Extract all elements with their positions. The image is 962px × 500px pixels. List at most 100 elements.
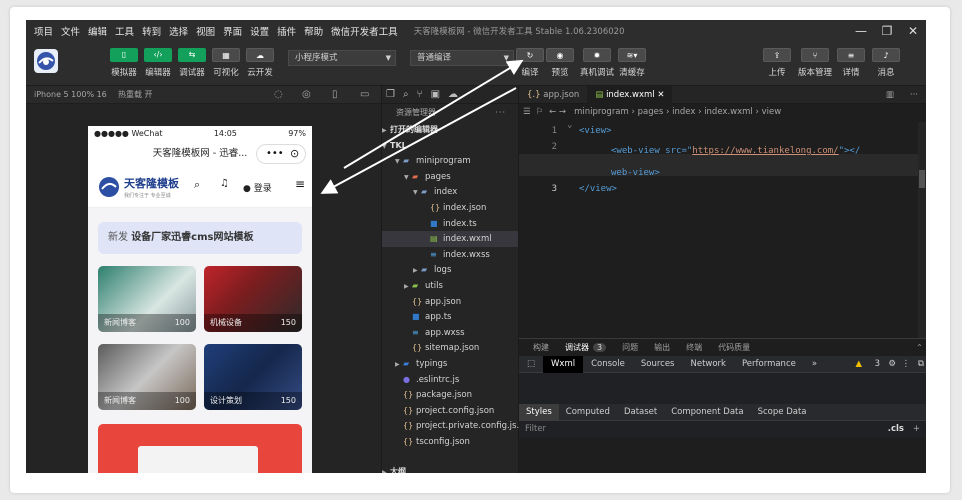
clear-cache-button[interactable]: ≋▾ 清缓存	[618, 48, 646, 78]
cloud-icon[interactable]: ☁	[448, 89, 466, 100]
menu-item[interactable]: 项目	[34, 24, 53, 38]
compile-button[interactable]: ↻ 编译	[516, 48, 544, 78]
device-icon[interactable]: ▯	[332, 86, 338, 104]
tab-network[interactable]: Network	[682, 356, 734, 373]
menu-item[interactable]: 转到	[142, 24, 161, 38]
search-icon[interactable]: ⌕	[403, 89, 417, 100]
tree-item[interactable]: {} project.private.config.js...	[382, 418, 525, 434]
mode-select[interactable]: 小程序模式 ▼	[288, 50, 396, 66]
tree-item[interactable]: ▶ ▰ logs	[382, 262, 518, 278]
menu-item[interactable]: 微信开发者工具	[331, 24, 398, 38]
tree-item[interactable]: ▼ ▰ pages	[382, 169, 518, 185]
template-card[interactable]: 设计策划 150	[204, 344, 302, 410]
tab-wxml[interactable]: Wxml	[543, 355, 584, 373]
open-editors-section[interactable]: ▶ 打开的编辑器	[382, 122, 518, 138]
tree-item[interactable]: ▶ ▰ typings	[382, 356, 518, 372]
compile-select[interactable]: 普通编译 ▼	[410, 50, 514, 66]
kebab-icon[interactable]: ⋮	[902, 356, 911, 373]
code-area[interactable]: 1 2 3 ⌄ <view> <web-view src="https://ww…	[519, 120, 926, 338]
tree-item[interactable]: ● .eslintrc.js	[382, 372, 518, 388]
tree-item[interactable]: {} app.json	[382, 294, 518, 310]
project-section[interactable]: ▼ TKL	[382, 138, 518, 154]
close-window-button[interactable]: ✕	[900, 20, 926, 42]
tab-sources[interactable]: Sources	[633, 356, 683, 373]
filter-input[interactable]: Filter	[525, 421, 546, 438]
more-icon[interactable]: •••	[266, 144, 284, 164]
tree-item[interactable]: ▶ ▰ utils	[382, 278, 518, 294]
upload-button[interactable]: ⇪ 上传	[763, 48, 791, 78]
close-capsule-icon[interactable]: ⊙	[290, 144, 299, 164]
add-rule-icon[interactable]: +	[913, 421, 920, 438]
tab-debugger[interactable]: 调试器	[565, 342, 589, 353]
dock-icon[interactable]: ⧉	[918, 356, 924, 373]
split-editor-icon[interactable]: ▥	[878, 86, 902, 104]
record-icon[interactable]: ◎	[302, 86, 311, 104]
more-icon[interactable]: ···	[902, 86, 926, 104]
window-icon[interactable]: ▭	[360, 86, 369, 104]
tab-app-json[interactable]: {.} app.json	[519, 86, 587, 104]
tab-performance[interactable]: Performance	[734, 356, 804, 373]
login-link[interactable]: ● 登录	[243, 181, 272, 194]
forward-icon[interactable]: →	[559, 107, 566, 117]
extensions-icon[interactable]: ▣	[431, 89, 448, 100]
menu-item[interactable]: 帮助	[304, 24, 323, 38]
tab-build[interactable]: 构建	[533, 342, 549, 353]
version-button[interactable]: ⑂ 版本管理	[798, 48, 832, 78]
details-button[interactable]: ≡ 详情	[837, 48, 865, 78]
preview-button[interactable]: ◉ 预览	[546, 48, 574, 78]
tree-item[interactable]: ≡ app.wxss	[382, 325, 518, 341]
announcement-banner[interactable]: 新发 设备厂家迅睿cms网站模板	[98, 222, 302, 254]
tab-index-wxml[interactable]: ▤ index.wxml ✕	[587, 86, 673, 104]
tab-component-data[interactable]: Component Data	[664, 404, 750, 421]
cls-button[interactable]: .cls	[888, 421, 904, 438]
tree-item[interactable]: {} project.config.json	[382, 403, 518, 419]
template-card[interactable]: 机械设备 150	[204, 266, 302, 332]
tab-styles[interactable]: Styles	[519, 403, 559, 421]
inspect-icon[interactable]: ⬚	[519, 356, 543, 373]
capsule-menu[interactable]: ••• ⊙	[256, 144, 306, 164]
tab-output[interactable]: 输出	[654, 342, 670, 353]
tree-item[interactable]: ■ index.ts	[382, 216, 518, 232]
warning-icon[interactable]: ▲	[847, 356, 870, 373]
bell-icon[interactable]: ♫	[220, 178, 229, 189]
tree-item[interactable]: ▼ ▰ miniprogram	[382, 153, 518, 169]
tree-item[interactable]: {} package.json	[382, 387, 518, 403]
menu-item[interactable]: 视图	[196, 24, 215, 38]
tab-problems[interactable]: 问题	[622, 342, 638, 353]
menu-item[interactable]: 插件	[277, 24, 296, 38]
menu-item[interactable]: 界面	[223, 24, 242, 38]
stop-icon[interactable]: ◌	[274, 86, 283, 104]
tree-item[interactable]: {} sitemap.json	[382, 340, 518, 356]
minimize-button[interactable]: —	[848, 20, 874, 42]
scrollbar[interactable]	[918, 122, 926, 338]
tree-item[interactable]: {} index.json	[382, 200, 518, 216]
close-icon[interactable]: ✕	[657, 90, 664, 100]
menu-item[interactable]: 设置	[250, 24, 269, 38]
back-icon[interactable]: ←	[549, 107, 556, 117]
tab-terminal[interactable]: 终端	[686, 342, 702, 353]
menu-item[interactable]: 编辑	[88, 24, 107, 38]
fold-icon[interactable]: ⌄	[567, 120, 572, 130]
tree-item[interactable]: {} tsconfig.json	[382, 434, 518, 450]
cloud-button[interactable]: ☁ 云开发	[246, 48, 274, 78]
device-select[interactable]: iPhone 5 100% 16	[34, 86, 107, 104]
real-debug-button[interactable]: ✹ 真机调试	[580, 48, 614, 78]
list-icon[interactable]: ☰	[523, 107, 531, 117]
chevron-up-icon[interactable]: ⌃	[916, 343, 923, 352]
tab-computed[interactable]: Computed	[559, 404, 617, 421]
hotreload-toggle[interactable]: 热重载 开	[118, 86, 153, 104]
menu-item[interactable]: 文件	[61, 24, 80, 38]
menu-item[interactable]: 工具	[115, 24, 134, 38]
tree-item[interactable]: ▼ ▰ index	[382, 184, 518, 200]
template-card[interactable]	[98, 424, 302, 473]
tree-item[interactable]: ▤ index.wxml	[382, 231, 518, 247]
tab-dataset[interactable]: Dataset	[617, 404, 664, 421]
more-tabs-icon[interactable]: »	[804, 356, 825, 373]
hamburger-icon[interactable]: ≡	[295, 177, 305, 191]
template-card[interactable]: 新闻博客 100	[98, 344, 196, 410]
tab-scope-data[interactable]: Scope Data	[751, 404, 814, 421]
branch-icon[interactable]: ⑂	[417, 89, 431, 100]
template-card[interactable]: 新闻博客 100	[98, 266, 196, 332]
tab-code-quality[interactable]: 代码质量	[718, 342, 750, 353]
tree-item[interactable]: ≡ index.wxss	[382, 247, 518, 263]
